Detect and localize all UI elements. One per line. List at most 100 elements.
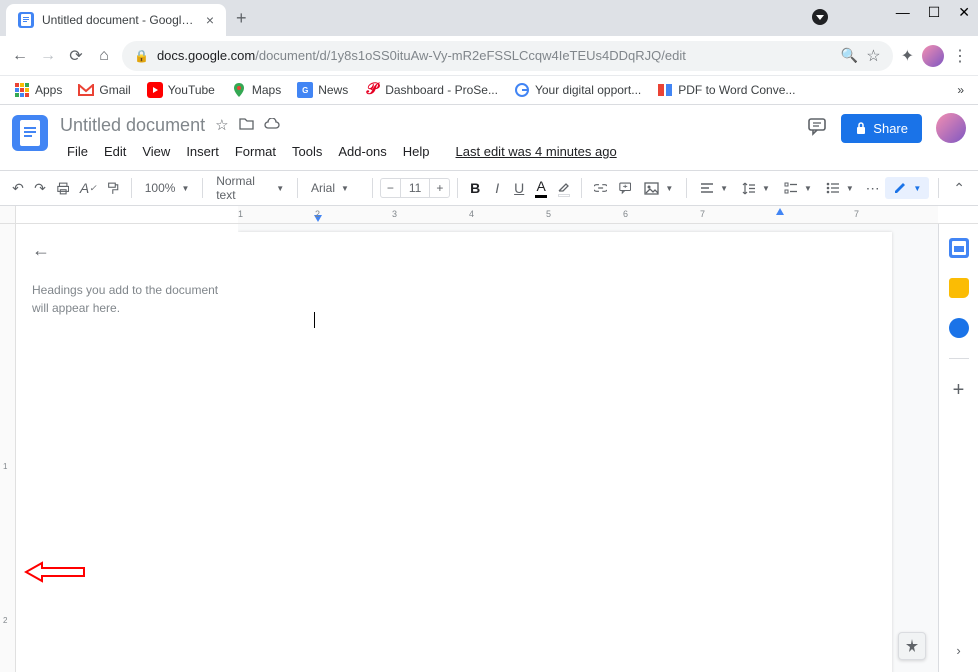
browser-chrome: Untitled document - Google Doc × + — ☐ ✕… <box>0 0 978 105</box>
close-window-button[interactable]: ✕ <box>958 4 970 21</box>
tasks-app-icon[interactable] <box>949 318 969 338</box>
minimize-button[interactable]: — <box>896 4 910 21</box>
move-icon[interactable] <box>239 117 254 134</box>
new-tab-button[interactable]: + <box>236 8 247 29</box>
apps-icon <box>14 82 30 98</box>
right-indent-marker[interactable] <box>776 208 784 215</box>
last-edit-link[interactable]: Last edit was 4 minutes ago <box>449 141 624 162</box>
font-size-increase[interactable]: + <box>430 179 449 197</box>
bullet-list-dropdown[interactable]: ▼ <box>820 178 860 198</box>
line-spacing-dropdown[interactable]: ▼ <box>736 178 776 199</box>
chrome-profile-icon[interactable] <box>812 9 828 25</box>
docs-title-row: Untitled document ☆ <box>60 113 795 137</box>
more-button[interactable]: ⋯ <box>862 176 884 201</box>
cloud-status-icon[interactable] <box>264 117 280 134</box>
add-comment-button[interactable] <box>614 177 636 199</box>
reload-button[interactable]: ⟳ <box>66 46 86 66</box>
maps-icon <box>231 82 247 98</box>
separator <box>297 178 298 198</box>
document-page[interactable] <box>238 232 892 672</box>
collapse-side-panel-button[interactable]: › <box>956 643 960 658</box>
menu-edit[interactable]: Edit <box>97 141 133 162</box>
bookmark-pdf[interactable]: PDF to Word Conve... <box>657 82 795 98</box>
italic-button[interactable]: I <box>487 176 507 200</box>
home-button[interactable]: ⌂ <box>94 47 114 65</box>
back-button[interactable]: ← <box>10 47 30 65</box>
youtube-icon <box>147 82 163 98</box>
paint-format-button[interactable] <box>102 177 124 200</box>
bookmark-news[interactable]: G News <box>297 82 348 98</box>
chrome-avatar[interactable] <box>922 45 944 67</box>
keep-app-icon[interactable] <box>949 278 969 298</box>
forward-button[interactable]: → <box>38 47 58 65</box>
browser-tab[interactable]: Untitled document - Google Doc × <box>6 4 226 36</box>
outline-back-button[interactable]: ← <box>32 240 222 261</box>
comments-icon[interactable] <box>807 116 827 141</box>
explore-button[interactable] <box>898 632 926 660</box>
menu-view[interactable]: View <box>135 141 177 162</box>
add-addon-button[interactable]: + <box>953 379 965 402</box>
bookmark-gmail[interactable]: Gmail <box>78 82 130 98</box>
ruler-corner <box>0 206 16 223</box>
bookmarks-bar: Apps Gmail YouTube Maps G News 𝒫 Dashboa… <box>0 76 978 105</box>
news-icon: G <box>297 82 313 98</box>
horizontal-ruler[interactable]: 1 2 3 4 5 6 7 7 <box>238 206 938 223</box>
tab-close-icon[interactable]: × <box>206 12 214 28</box>
favorite-icon[interactable]: ☆ <box>866 46 880 66</box>
bookmark-apps[interactable]: Apps <box>14 82 62 98</box>
align-dropdown[interactable]: ▼ <box>694 178 734 198</box>
redo-button[interactable]: ↷ <box>30 176 50 201</box>
checklist-dropdown[interactable]: ▼ <box>778 178 818 198</box>
underline-button[interactable]: U <box>509 176 529 200</box>
link-button[interactable] <box>589 179 612 197</box>
address-bar[interactable]: 🔒 docs.google.com/document/d/1y8s1oSS0it… <box>122 41 893 71</box>
menu-help[interactable]: Help <box>396 141 437 162</box>
highlight-button[interactable] <box>553 176 574 201</box>
extensions-icon[interactable]: ✦ <box>901 46 914 66</box>
bookmark-maps[interactable]: Maps <box>231 82 281 98</box>
outline-panel: ← Headings you add to the document will … <box>16 224 238 672</box>
bookmarks-overflow-icon[interactable]: » <box>957 83 964 97</box>
ruler-tick: 6 <box>623 209 628 219</box>
document-area[interactable] <box>238 224 938 672</box>
print-button[interactable] <box>52 177 74 200</box>
docs-logo-icon[interactable] <box>12 115 48 151</box>
star-icon[interactable]: ☆ <box>215 116 228 134</box>
bookmark-youtube[interactable]: YouTube <box>147 82 215 98</box>
bold-button[interactable]: B <box>465 176 485 200</box>
chevron-down-icon: ▼ <box>846 184 854 193</box>
vertical-ruler[interactable]: 1 2 <box>0 224 16 672</box>
undo-button[interactable]: ↶ <box>8 176 28 201</box>
bookmark-pinterest[interactable]: 𝒫 Dashboard - ProSe... <box>364 82 498 98</box>
editing-mode-button[interactable]: ▼ <box>885 177 929 199</box>
menu-format[interactable]: Format <box>228 141 283 162</box>
ruler-tick: 4 <box>469 209 474 219</box>
bookmark-google[interactable]: Your digital opport... <box>514 82 641 98</box>
docs-header: Untitled document ☆ File Edit View Inser… <box>0 105 978 162</box>
text-color-button[interactable]: A <box>531 174 551 202</box>
maximize-button[interactable]: ☐ <box>928 4 941 21</box>
zoom-dropdown[interactable]: 100% ▼ <box>139 177 196 199</box>
pencil-icon <box>893 181 907 195</box>
image-dropdown[interactable]: ▼ <box>638 178 679 199</box>
calendar-app-icon[interactable] <box>949 238 969 258</box>
account-avatar[interactable] <box>936 113 966 143</box>
docs-menu-bar: File Edit View Insert Format Tools Add-o… <box>60 141 795 162</box>
spellcheck-button[interactable]: A✓ <box>76 176 100 200</box>
chevron-down-icon: ▼ <box>276 184 284 193</box>
menu-tools[interactable]: Tools <box>285 141 329 162</box>
separator <box>372 178 373 198</box>
menu-file[interactable]: File <box>60 141 95 162</box>
hide-menus-button[interactable]: ⌃ <box>948 176 970 201</box>
menu-addons[interactable]: Add-ons <box>331 141 393 162</box>
chevron-down-icon: ▼ <box>804 184 812 193</box>
style-dropdown[interactable]: Normal text ▼ <box>210 170 290 206</box>
search-icon[interactable]: 🔍 <box>841 47 858 64</box>
share-button[interactable]: Share <box>841 114 922 143</box>
font-dropdown[interactable]: Arial ▼ <box>305 177 365 199</box>
font-size-value[interactable]: 11 <box>400 179 430 197</box>
document-title[interactable]: Untitled document <box>60 115 205 136</box>
menu-insert[interactable]: Insert <box>179 141 226 162</box>
font-size-decrease[interactable]: − <box>381 179 400 197</box>
chrome-menu-icon[interactable]: ⋮ <box>952 46 968 66</box>
